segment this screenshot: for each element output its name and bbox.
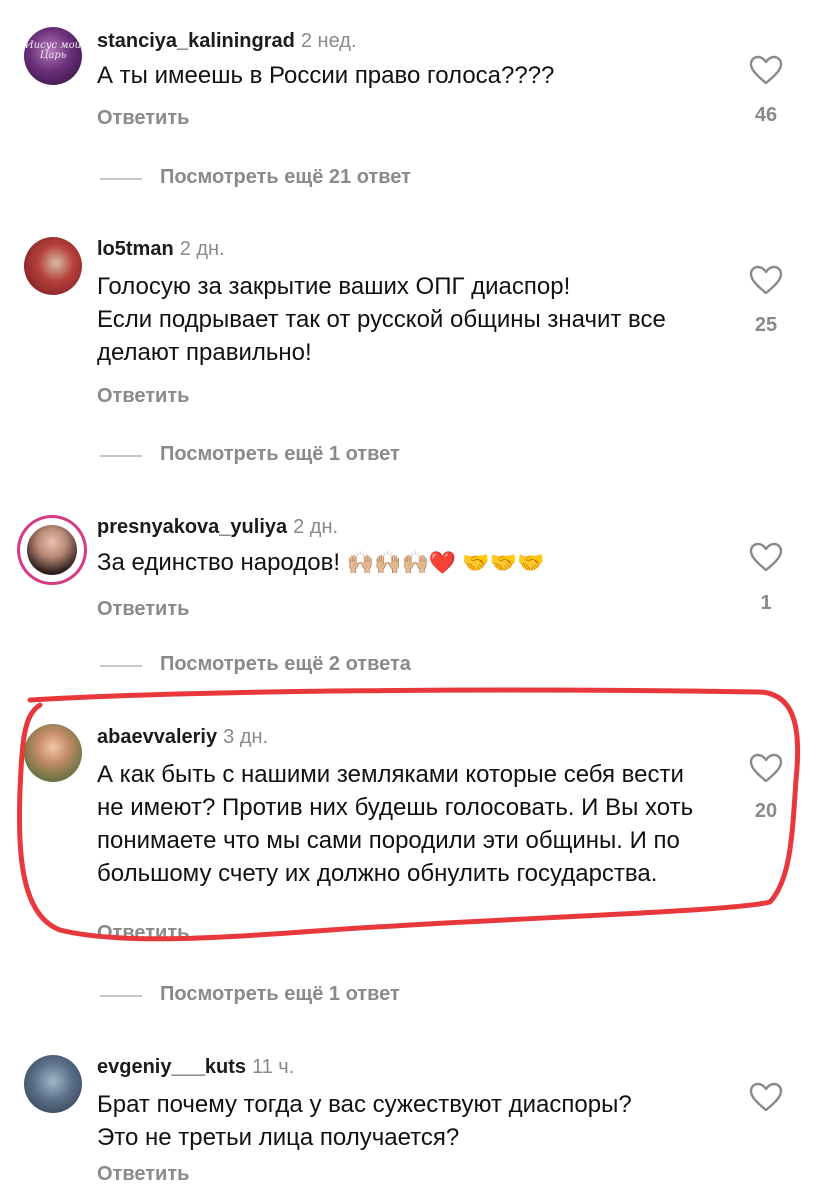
comment-username[interactable]: presnyakova_yuliya 2 дн. xyxy=(97,516,338,539)
username-text[interactable]: presnyakova_yuliya xyxy=(97,516,287,538)
reply-button[interactable]: Ответить xyxy=(97,385,189,408)
comment-username[interactable]: lo5tman 2 дн. xyxy=(97,238,225,261)
comment-time: 2 дн. xyxy=(179,238,225,260)
like-count: 20 xyxy=(754,800,778,822)
comment-username[interactable]: evgeniy___kuts 11 ч. xyxy=(97,1056,294,1079)
divider xyxy=(100,178,142,180)
username-text[interactable]: stanciya_kaliningrad xyxy=(97,30,295,52)
divider xyxy=(100,995,142,997)
divider xyxy=(100,665,142,667)
comment-time: 2 дн. xyxy=(293,516,339,538)
heart-outline-icon[interactable] xyxy=(749,1082,783,1112)
username-text[interactable]: evgeniy___kuts xyxy=(97,1056,246,1078)
comment-text: Брат почему тогда у вас сужествуют диасп… xyxy=(97,1091,632,1151)
divider xyxy=(100,455,142,457)
avatar-image xyxy=(27,525,77,575)
comment-text: Голосую за закрытие ваших ОПГ диаспор! Е… xyxy=(97,273,666,366)
comment-text: За единство народов! 🙌🏼🙌🏼🙌🏼❤️ 🤝🤝🤝 xyxy=(97,546,737,579)
heart-outline-icon[interactable] xyxy=(749,55,783,85)
comment-username[interactable]: abaevvaleriy 3 дн. xyxy=(97,726,268,749)
view-more-label[interactable]: Посмотреть ещё 1 ответ xyxy=(160,443,400,466)
reply-button[interactable]: Ответить xyxy=(97,922,189,945)
like-count: 25 xyxy=(754,314,778,336)
reply-button[interactable]: Ответить xyxy=(97,107,189,130)
heart-outline-icon[interactable] xyxy=(749,542,783,572)
comment-emoji: 🙌🏼🙌🏼🙌🏼❤️ 🤝🤝🤝 xyxy=(346,550,545,575)
like-count: 1 xyxy=(760,592,772,614)
username-text[interactable]: lo5tman xyxy=(97,238,174,260)
avatar-with-story-ring[interactable] xyxy=(20,518,84,582)
comment-time: 2 нед. xyxy=(300,30,357,52)
view-more-label[interactable]: Посмотреть ещё 1 ответ xyxy=(160,983,400,1006)
username-text[interactable]: abaevvaleriy xyxy=(97,726,217,748)
comment-text-body: За единство народов! xyxy=(97,549,341,576)
comment-text: А как быть с нашими земляками которые се… xyxy=(97,761,694,887)
view-more-label[interactable]: Посмотреть ещё 21 ответ xyxy=(160,166,411,189)
comment-time: 11 ч. xyxy=(251,1056,295,1078)
avatar[interactable] xyxy=(24,724,82,782)
comment-time: 3 дн. xyxy=(223,726,269,748)
heart-outline-icon[interactable] xyxy=(749,265,783,295)
comment-username[interactable]: stanciya_kaliningrad 2 нед. xyxy=(97,30,357,53)
like-count: 46 xyxy=(754,104,778,126)
avatar-caption: Иисус мой Царь xyxy=(24,40,82,61)
avatar[interactable]: Иисус мой Царь xyxy=(24,27,82,85)
reply-button[interactable]: Ответить xyxy=(97,598,189,621)
avatar[interactable] xyxy=(24,237,82,295)
reply-button[interactable]: Ответить xyxy=(97,1163,189,1186)
view-more-label[interactable]: Посмотреть ещё 2 ответа xyxy=(160,653,411,676)
heart-outline-icon[interactable] xyxy=(749,753,783,783)
avatar[interactable] xyxy=(24,1055,82,1113)
comment-text: А ты имеешь в России право голоса???? xyxy=(97,62,555,89)
